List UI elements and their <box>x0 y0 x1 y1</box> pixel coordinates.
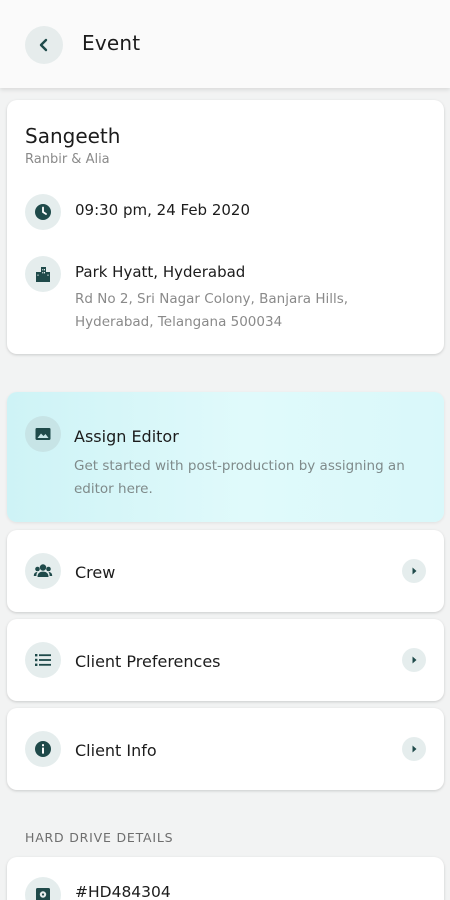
assign-editor-card[interactable]: Assign Editor Get started with post-prod… <box>7 392 444 522</box>
chevron-right-icon <box>402 648 426 672</box>
image-icon <box>35 428 51 440</box>
menu-item-label: Client Preferences <box>75 652 221 671</box>
group-icon <box>33 564 53 577</box>
hard-drive-card[interactable]: #HD484304 <box>7 857 444 900</box>
info-icon <box>35 741 51 757</box>
hard-drive-id: #HD484304 <box>75 883 171 900</box>
menu-item-client-preferences[interactable]: Client Preferences <box>7 619 444 701</box>
list-icon-wrap <box>25 642 61 678</box>
group-icon-wrap <box>25 553 61 589</box>
back-button[interactable] <box>25 26 63 64</box>
page-title: Event <box>82 31 141 55</box>
event-details-card: Sangeeth Ranbir & Alia 09:30 pm, 24 Feb … <box>7 100 444 354</box>
menu-item-crew[interactable]: Crew <box>7 530 444 612</box>
event-couple: Ranbir & Alia <box>25 152 110 167</box>
menu-item-label: Client Info <box>75 741 157 760</box>
hard-drive-icon <box>36 888 50 900</box>
info-icon-wrap <box>25 731 61 767</box>
building-icon <box>36 267 50 282</box>
app-bar: Event <box>0 0 450 88</box>
venue-name: Park Hyatt, Hyderabad <box>75 263 246 281</box>
event-name: Sangeeth <box>25 124 121 148</box>
event-datetime: 09:30 pm, 24 Feb 2020 <box>75 201 251 219</box>
venue-icon-wrap <box>25 256 61 292</box>
chevron-right-icon <box>402 559 426 583</box>
chevron-left-icon <box>39 38 48 52</box>
chevron-right-icon <box>402 737 426 761</box>
clock-icon-wrap <box>25 194 61 230</box>
menu-item-client-info[interactable]: Client Info <box>7 708 444 790</box>
image-icon-wrap <box>25 416 61 452</box>
list-icon <box>35 654 51 666</box>
assign-editor-title: Assign Editor <box>74 427 179 446</box>
menu-item-label: Crew <box>75 563 116 582</box>
assign-editor-description: Get started with post-production by assi… <box>74 458 405 497</box>
section-title-hard-drive: HARD DRIVE DETAILS <box>25 830 174 845</box>
venue-address: Rd No 2, Sri Nagar Colony, Banjara Hills… <box>75 291 349 330</box>
clock-icon <box>35 204 51 220</box>
drive-icon-wrap <box>25 877 61 900</box>
